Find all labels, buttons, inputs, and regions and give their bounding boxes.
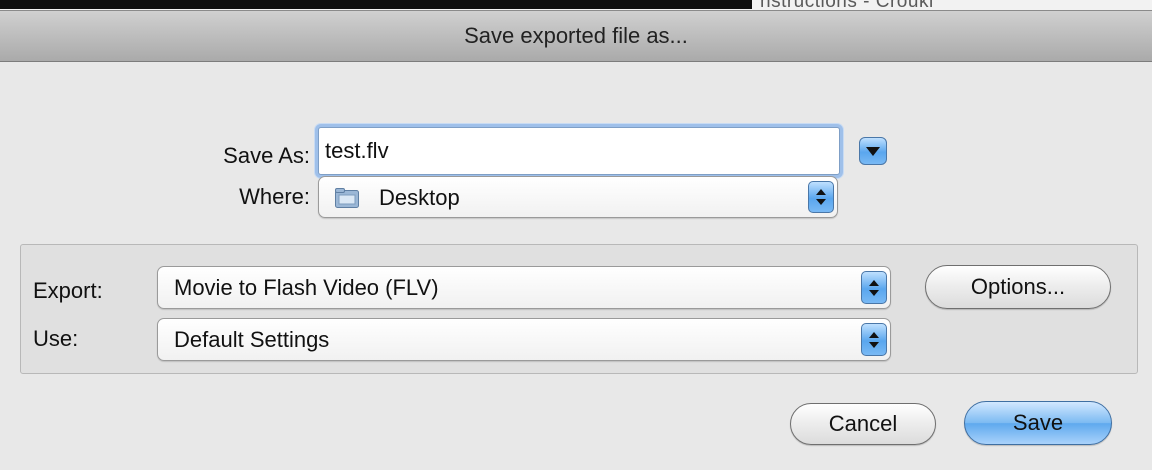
dialog-titlebar: Save exported file as... (0, 10, 1152, 62)
expand-browser-button[interactable] (859, 137, 887, 165)
background-window-bar (0, 0, 752, 9)
popup-arrows-icon (861, 271, 887, 304)
export-format-popup[interactable]: Movie to Flash Video (FLV) (157, 266, 891, 309)
use-label: Use: (33, 326, 79, 351)
use-settings-popup[interactable]: Default Settings (157, 318, 891, 361)
popup-arrows-icon (861, 323, 887, 356)
save-as-label: Save As: (223, 143, 310, 168)
options-button[interactable]: Options... (925, 265, 1111, 309)
dialog-title: Save exported file as... (464, 23, 688, 48)
triangle-down-icon (866, 146, 880, 156)
export-selected-value: Movie to Flash Video (FLV) (174, 275, 439, 300)
folder-icon (335, 188, 359, 208)
save-as-input[interactable] (318, 127, 840, 175)
where-popup[interactable]: Desktop (318, 176, 838, 218)
popup-arrows-icon (808, 181, 834, 213)
cancel-button[interactable]: Cancel (790, 403, 936, 445)
use-selected-value: Default Settings (174, 327, 330, 352)
background-window-strip: nstructions - Crouki (0, 0, 1152, 12)
where-selected-value: Desktop (379, 185, 460, 210)
where-label: Where: (239, 184, 310, 209)
save-button[interactable]: Save (964, 401, 1112, 445)
export-label: Export: (33, 278, 103, 303)
